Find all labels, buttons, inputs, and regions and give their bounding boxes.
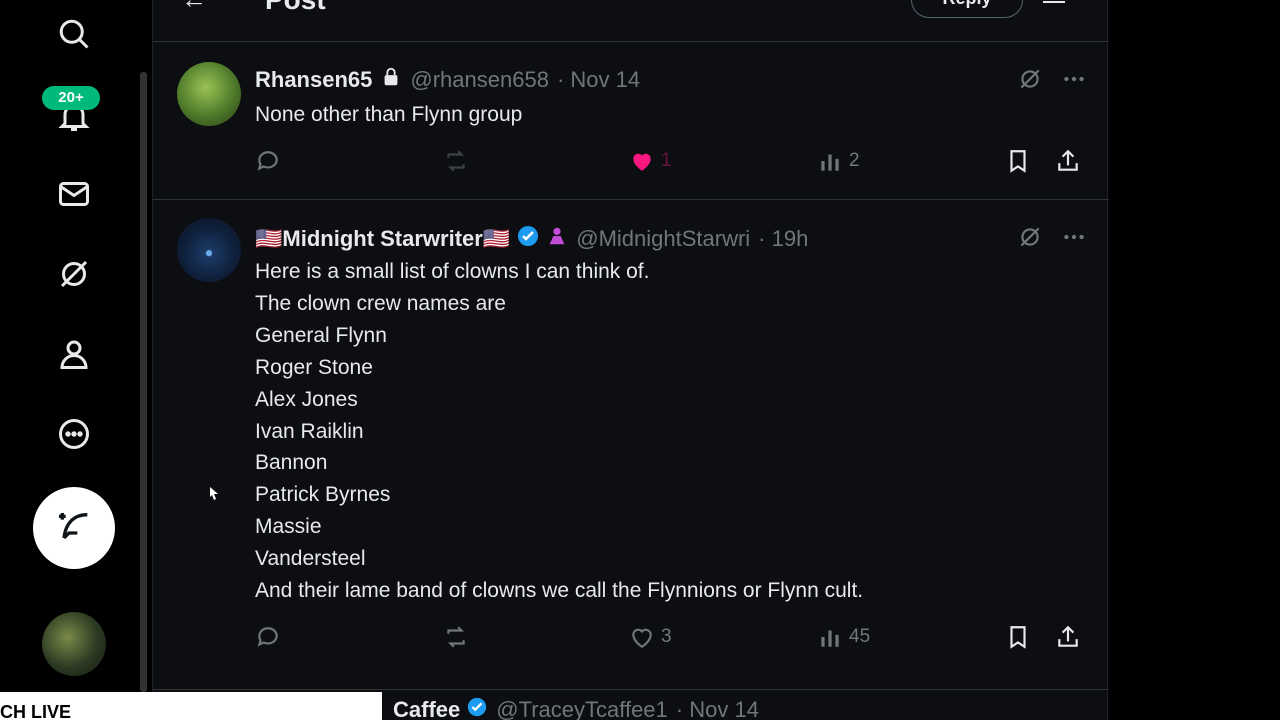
settings-icon[interactable]	[1039, 0, 1069, 8]
tweet[interactable]: 🇺🇸Midnight Starwriter🇺🇸 @MidnightStarwri…	[153, 200, 1109, 690]
bookmark-icon	[1010, 626, 1026, 649]
bookmark-action[interactable]	[1005, 624, 1031, 650]
reply-icon	[257, 151, 278, 171]
tweet-actions: 3 45	[255, 624, 1085, 658]
grok-icon[interactable]	[50, 250, 98, 298]
share-icon	[1058, 625, 1078, 647]
repost-icon	[447, 150, 465, 172]
display-name[interactable]: Caffee	[393, 697, 460, 720]
tweet-header: Rhansen65 @rhansen658 · Nov 14	[255, 66, 640, 94]
tweet-top-actions	[1017, 224, 1087, 250]
more-circle-icon[interactable]	[50, 410, 98, 458]
timestamp[interactable]: · Nov 14	[676, 697, 759, 720]
repost-action[interactable]	[443, 624, 469, 650]
verified-badge-icon	[466, 696, 488, 720]
notifications-badge: 20+	[42, 86, 100, 110]
reply-button[interactable]: Reply	[911, 0, 1023, 18]
tweet-header: 🇺🇸Midnight Starwriter🇺🇸 @MidnightStarwri…	[255, 224, 808, 254]
user-handle[interactable]: @TraceyTcaffee1	[496, 697, 668, 720]
timestamp[interactable]: · 19h	[758, 226, 808, 252]
like-action[interactable]: 3	[629, 624, 672, 650]
repost-action[interactable]	[443, 148, 469, 174]
bar-chart-icon	[821, 154, 839, 171]
main-column: ← Post Reply Rhansen65 @rhansen658 · Nov…	[152, 0, 1109, 720]
arrow-left-icon[interactable]: ←	[181, 0, 207, 15]
repost-icon	[447, 626, 465, 648]
more-icon[interactable]	[1061, 66, 1087, 92]
bookmark-action[interactable]	[1005, 148, 1031, 174]
views-action[interactable]: 45	[817, 624, 870, 650]
right-panel	[1110, 0, 1280, 720]
grok-icon[interactable]	[1017, 224, 1043, 250]
display-name[interactable]: Rhansen65	[255, 67, 372, 93]
reply-action[interactable]	[255, 624, 281, 650]
mouse-cursor-icon	[210, 487, 218, 500]
view-count: 45	[849, 626, 871, 647]
bar-chart-icon	[821, 630, 839, 647]
scrollbar[interactable]	[140, 72, 147, 692]
more-icon[interactable]	[1061, 224, 1087, 250]
user-handle[interactable]: @rhansen658	[410, 67, 549, 93]
tweet-actions: 1 2	[255, 148, 1085, 182]
person-icon[interactable]	[50, 330, 98, 378]
like-action[interactable]: 1	[629, 148, 672, 174]
feather-icon	[59, 513, 88, 540]
like-count: 3	[661, 626, 672, 647]
tweet[interactable]: Rhansen65 @rhansen658 · Nov 14 None othe…	[153, 42, 1109, 200]
tweet-top-actions	[1017, 66, 1087, 92]
like-count: 1	[661, 150, 672, 171]
share-action[interactable]	[1055, 148, 1081, 174]
grok-icon[interactable]	[1017, 66, 1043, 92]
display-name[interactable]: 🇺🇸Midnight Starwriter🇺🇸	[255, 226, 510, 252]
avatar[interactable]	[177, 62, 241, 126]
affiliate-icon	[546, 225, 568, 253]
left-nav: 20+	[0, 0, 150, 720]
reply-icon	[257, 627, 278, 647]
search-icon[interactable]	[50, 10, 98, 58]
bookmark-icon	[1010, 150, 1026, 173]
view-count: 2	[849, 150, 860, 171]
lock-icon	[380, 66, 402, 94]
views-action[interactable]: 2	[817, 148, 860, 174]
tweet-text: None other than Flynn group	[255, 103, 523, 126]
account-avatar[interactable]	[42, 612, 106, 676]
timestamp[interactable]: · Nov 14	[557, 67, 640, 93]
post-header: ← Post Reply	[153, 0, 1109, 42]
user-handle[interactable]: @MidnightStarwri	[576, 226, 750, 252]
verified-badge-icon	[516, 224, 540, 254]
mail-icon[interactable]	[50, 170, 98, 218]
live-banner: CH LIVE	[0, 692, 382, 720]
heart-icon	[632, 628, 652, 649]
share-icon	[1058, 149, 1078, 171]
share-action[interactable]	[1055, 624, 1081, 650]
reply-action[interactable]	[255, 148, 281, 174]
heart-filled-icon	[633, 153, 651, 171]
page-title: Post	[265, 0, 326, 16]
tweet-header: Caffee @TraceyTcaffee1 · Nov 14	[393, 696, 759, 720]
avatar[interactable]	[177, 218, 241, 282]
compose-button[interactable]	[33, 487, 115, 569]
tweet-text: Here is a small list of clowns I can thi…	[255, 260, 864, 603]
